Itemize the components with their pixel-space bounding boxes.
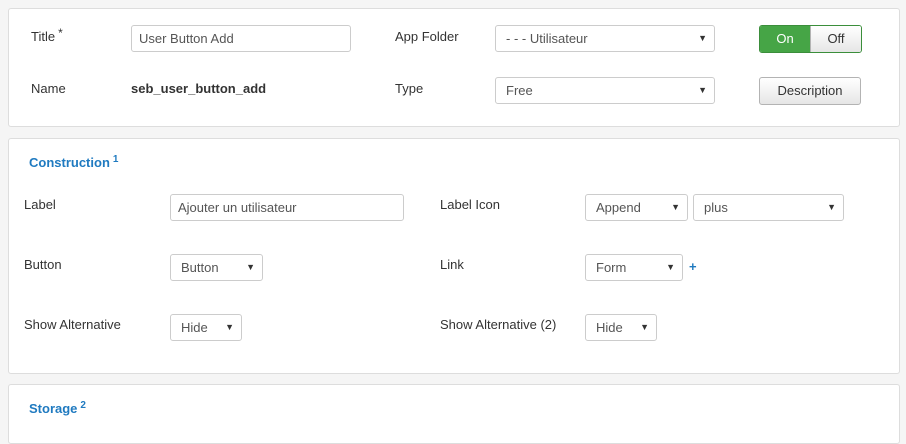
caret-down-icon: ▼ [698,85,707,95]
link-select-value: Form [596,260,627,275]
show-alternative-label: Show Alternative [24,317,121,332]
label-icon-position-select[interactable]: Append ▼ [585,194,688,221]
show-alternative-2-label: Show Alternative (2) [440,317,557,332]
link-label: Link [440,257,464,272]
show-alternative-value: Hide [181,320,208,335]
storage-title: Storage 2 [29,400,86,416]
caret-down-icon: ▼ [666,262,675,272]
description-button[interactable]: Description [759,77,861,105]
required-mark: * [58,26,63,40]
name-value: seb_user_button_add [131,81,267,96]
plus-icon[interactable]: + [689,259,697,274]
caret-down-icon: ▼ [698,33,707,43]
show-alternative-2-value: Hide [596,320,623,335]
label-icon-position-value: Append [596,200,641,215]
label-label: Label [24,197,56,212]
app-folder-select[interactable]: - - - Utilisateur ▼ [495,25,715,52]
caret-down-icon: ▼ [827,202,836,212]
name-label: Name [31,81,66,96]
toggle-off-button[interactable]: Off [810,26,861,52]
label-icon-select[interactable]: plus ▼ [693,194,844,221]
storage-title-text: Storage [29,401,78,416]
caret-down-icon: ▼ [225,322,234,332]
button-select[interactable]: Button ▼ [170,254,263,281]
storage-footnote: 2 [80,400,86,411]
button-label: Button [24,257,62,272]
toggle-on-button[interactable]: On [760,26,810,52]
show-alternative-2-select[interactable]: Hide ▼ [585,314,657,341]
link-select[interactable]: Form ▼ [585,254,683,281]
storage-panel: Storage 2 [8,384,900,444]
app-folder-label: App Folder [395,29,459,44]
label-input[interactable]: Ajouter un utilisateur [170,194,404,221]
construction-title: Construction 1 [29,154,119,170]
title-input[interactable]: User Button Add [131,25,351,52]
on-off-toggle[interactable]: On Off [759,25,862,53]
construction-title-text: Construction [29,155,110,170]
general-panel: Title * User Button Add App Folder - - - … [8,8,900,127]
title-label-text: Title [31,29,56,44]
label-icon-value: plus [704,200,728,215]
caret-down-icon: ▼ [640,322,649,332]
button-select-value: Button [181,260,219,275]
caret-down-icon: ▼ [246,262,255,272]
label-icon-label: Label Icon [440,197,500,212]
type-select-value: Free [506,83,533,98]
type-label: Type [395,81,424,96]
caret-down-icon: ▼ [671,202,680,212]
show-alternative-select[interactable]: Hide ▼ [170,314,242,341]
type-select[interactable]: Free ▼ [495,77,715,104]
app-folder-select-value: - - - Utilisateur [506,31,588,46]
construction-footnote: 1 [112,154,119,165]
construction-panel: Construction 1 Label Ajouter un utilisate… [8,138,900,374]
title-label: Title * [31,26,63,45]
